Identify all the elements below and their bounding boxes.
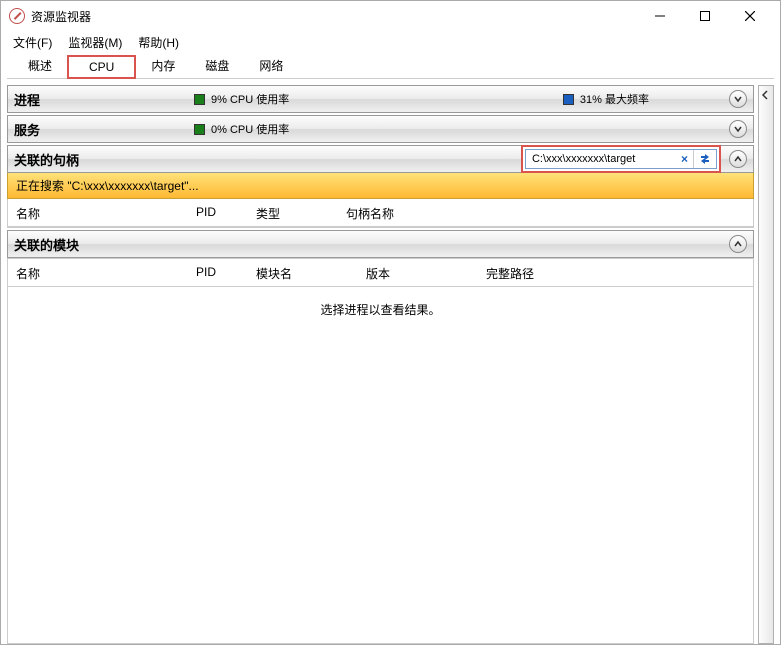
- section-modules[interactable]: 关联的模块: [7, 230, 754, 258]
- max-freq-stat: 31% 最大频率: [563, 91, 649, 107]
- window-controls: [637, 2, 772, 30]
- modules-columns: 名称 PID 模块名 版本 完整路径: [7, 258, 754, 287]
- col-name[interactable]: 名称: [16, 265, 196, 282]
- col-module-name[interactable]: 模块名: [256, 265, 366, 282]
- tab-memory[interactable]: 内存: [136, 52, 190, 78]
- col-version[interactable]: 版本: [366, 265, 486, 282]
- search-status-bar: 正在搜索 "C:\xxx\xxxxxxx\target"...: [7, 173, 754, 199]
- collapse-modules-button[interactable]: [729, 235, 747, 253]
- section-handles[interactable]: 关联的句柄 ×: [7, 145, 754, 173]
- handles-title: 关联的句柄: [14, 150, 194, 169]
- modules-empty-message: 选择进程以查看结果。: [8, 287, 753, 332]
- modules-results: 选择进程以查看结果。: [7, 287, 754, 644]
- app-icon: [9, 8, 25, 24]
- handles-search-input[interactable]: [526, 153, 676, 165]
- col-pid[interactable]: PID: [196, 205, 256, 222]
- green-swatch-icon: [194, 94, 205, 105]
- window-title: 资源监视器: [31, 8, 637, 25]
- search-go-button[interactable]: [693, 150, 716, 168]
- col-full-path[interactable]: 完整路径: [486, 265, 542, 282]
- menu-help[interactable]: 帮助(H): [130, 32, 187, 53]
- search-box: ×: [525, 149, 717, 169]
- cpu-usage-stat: 9% CPU 使用率: [194, 91, 289, 107]
- handles-results: [7, 227, 754, 228]
- col-name[interactable]: 名称: [16, 205, 196, 222]
- green-swatch-icon: [194, 124, 205, 135]
- col-handle-name[interactable]: 句柄名称: [346, 205, 402, 222]
- section-processes[interactable]: 进程 9% CPU 使用率 31% 最大频率: [7, 85, 754, 113]
- side-panel-toggle[interactable]: [758, 85, 774, 644]
- minimize-button[interactable]: [637, 2, 682, 30]
- modules-title: 关联的模块: [14, 235, 194, 254]
- col-pid[interactable]: PID: [196, 265, 256, 282]
- tab-cpu[interactable]: CPU: [67, 55, 136, 79]
- tab-network[interactable]: 网络: [244, 52, 298, 78]
- tabbar: 概述 CPU 内存 磁盘 网络: [7, 53, 774, 79]
- processes-title: 进程: [14, 90, 194, 109]
- search-highlight: ×: [521, 145, 721, 173]
- expand-processes-button[interactable]: [729, 90, 747, 108]
- blue-swatch-icon: [563, 94, 574, 105]
- menu-file[interactable]: 文件(F): [5, 32, 60, 53]
- services-title: 服务: [14, 120, 194, 139]
- col-type[interactable]: 类型: [256, 205, 346, 222]
- menu-monitor[interactable]: 监视器(M): [60, 32, 130, 53]
- titlebar: 资源监视器: [1, 1, 780, 31]
- handles-columns: 名称 PID 类型 句柄名称: [7, 199, 754, 227]
- close-button[interactable]: [727, 2, 772, 30]
- maximize-button[interactable]: [682, 2, 727, 30]
- collapse-handles-button[interactable]: [729, 150, 747, 168]
- tab-disk[interactable]: 磁盘: [190, 52, 244, 78]
- expand-services-button[interactable]: [729, 120, 747, 138]
- section-services[interactable]: 服务 0% CPU 使用率: [7, 115, 754, 143]
- tab-overview[interactable]: 概述: [13, 52, 67, 78]
- search-clear-button[interactable]: ×: [676, 152, 693, 166]
- menubar: 文件(F) 监视器(M) 帮助(H): [1, 31, 780, 53]
- services-cpu-stat: 0% CPU 使用率: [194, 121, 289, 137]
